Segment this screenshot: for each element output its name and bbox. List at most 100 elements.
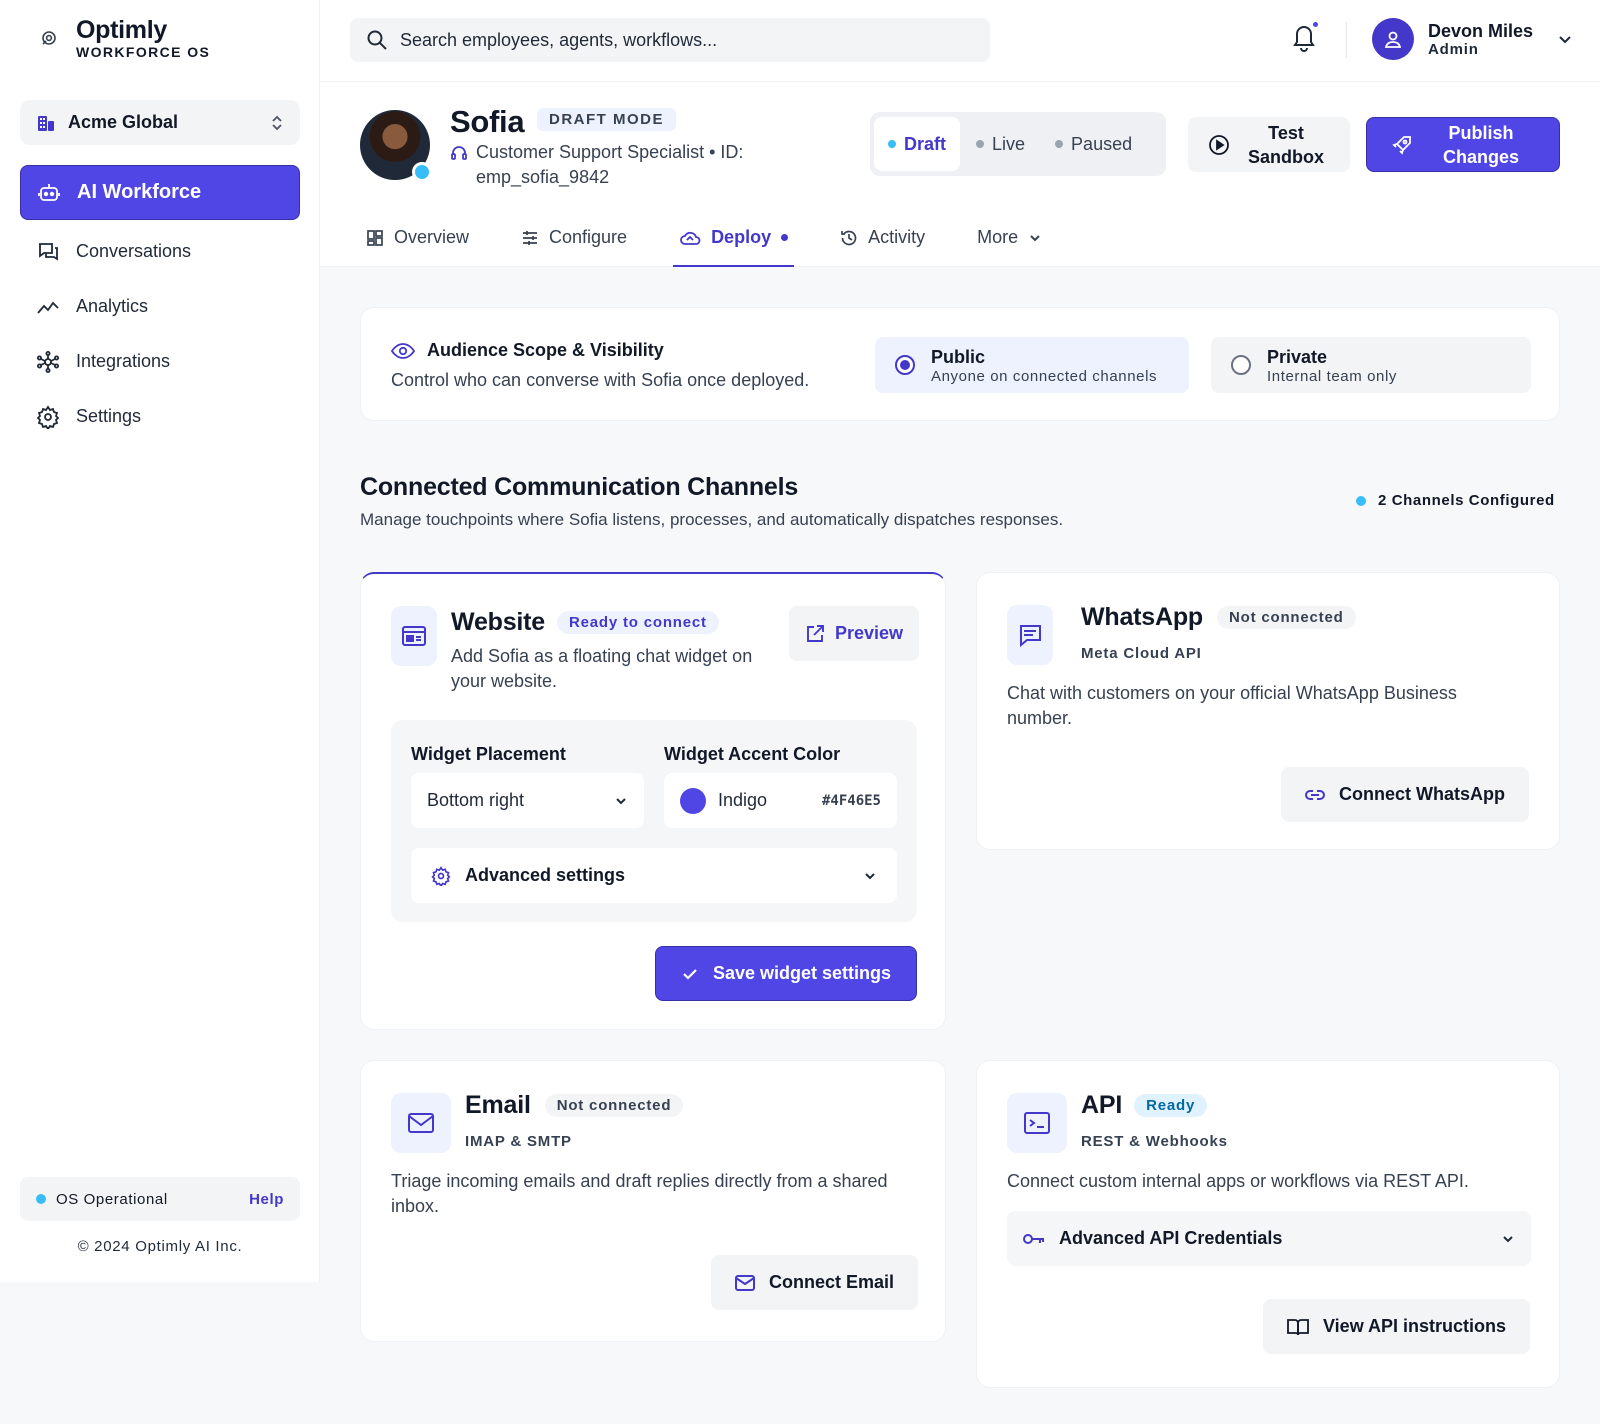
check-icon (681, 965, 699, 983)
state-live[interactable]: Live (962, 117, 1039, 171)
option-title: Private (1267, 346, 1328, 367)
channels-count: 2 Channels Configured (1356, 492, 1555, 509)
option-sub: Anyone on connected channels (931, 367, 1158, 385)
channel-desc: Connect custom internal apps or workflow… (1007, 1171, 1469, 1191)
notification-badge (1311, 20, 1320, 29)
radio-private[interactable] (1231, 355, 1251, 375)
publish-button[interactable]: Publish Changes (1366, 117, 1560, 172)
chevron-down-icon (863, 869, 877, 883)
tab-indicator-dot (781, 234, 789, 241)
color-name: Indigo (718, 790, 768, 810)
browser-icon (391, 606, 437, 666)
robot-icon (37, 181, 61, 205)
agent-name: Sofia (450, 104, 525, 139)
tabs: Overview Configure Deploy Activity More (360, 210, 1088, 267)
avatar (1372, 18, 1414, 60)
sidebar-item-label: Conversations (76, 241, 192, 261)
sidebar-nav: AI Workforce Conversations Analytics Int… (20, 165, 300, 444)
tab-label: Activity (868, 227, 926, 247)
advanced-settings-toggle[interactable]: Advanced settings (411, 848, 897, 903)
channels-title: Connected Communication Channels (360, 473, 799, 501)
status-badge: Ready to connect (557, 611, 719, 634)
trend-icon (36, 295, 60, 319)
connect-email-button[interactable]: Connect Email (711, 1255, 919, 1310)
history-icon (840, 229, 858, 247)
state-draft[interactable]: Draft (874, 117, 961, 171)
app-subtitle: WORKFORCE OS (76, 44, 211, 60)
view-api-instructions-button[interactable]: View API instructions (1263, 1299, 1531, 1354)
message-icon (1007, 605, 1053, 665)
logo[interactable]: Optimly WORKFORCE OS (36, 16, 210, 60)
state-dot (1055, 140, 1064, 148)
tab-deploy[interactable]: Deploy (673, 210, 795, 267)
search-input[interactable]: Search employees, agents, workflows... (350, 18, 990, 62)
api-credentials-toggle[interactable]: Advanced API Credentials (1007, 1211, 1531, 1266)
state-paused[interactable]: Paused (1041, 117, 1146, 171)
connect-label: Connect WhatsApp (1339, 784, 1505, 804)
color-label: Widget Accent Color (664, 744, 841, 764)
radio-public[interactable] (895, 355, 915, 375)
notifications-button[interactable] (1290, 20, 1322, 54)
sidebar-item-conversations[interactable]: Conversations (20, 224, 300, 279)
external-link-icon (805, 624, 825, 644)
scope-option-private[interactable]: Private Internal team only (1211, 337, 1531, 393)
status-dot (1356, 495, 1366, 506)
tab-more[interactable]: More (971, 210, 1048, 267)
placement-label: Widget Placement (411, 744, 566, 764)
channel-desc: Triage incoming emails and draft replies… (391, 1171, 888, 1216)
state-label: Draft (904, 133, 947, 154)
save-label: Save widget settings (712, 963, 892, 983)
color-swatch (680, 787, 706, 814)
terminal-icon (1007, 1093, 1067, 1153)
tab-activity[interactable]: Activity (834, 210, 931, 267)
user-menu[interactable]: Devon Miles Admin (1372, 18, 1573, 60)
agent-header: Sofia DRAFT MODE Customer Support Specia… (320, 82, 1600, 267)
search-icon (366, 29, 388, 51)
mail-icon (735, 1274, 755, 1291)
placement-value: Bottom right (427, 790, 525, 810)
online-indicator (412, 162, 432, 182)
sidebar-item-ai-workforce[interactable]: AI Workforce (20, 165, 300, 220)
channel-name: WhatsApp (1081, 603, 1203, 631)
logo-icon (36, 25, 62, 51)
audience-scope-card: Audience Scope & Visibility Control who … (360, 307, 1560, 421)
app-name: Optimly (76, 16, 167, 44)
tab-label: Deploy (711, 227, 772, 247)
state-label: Live (992, 133, 1026, 154)
scope-desc: Control who can converse with Sofia once… (391, 370, 810, 390)
api-credentials-label: Advanced API Credentials (1059, 1228, 1283, 1248)
mail-icon (391, 1093, 451, 1153)
sidebar-item-label: AI Workforce (77, 181, 202, 203)
grid-icon (366, 229, 384, 247)
advanced-label: Advanced settings (465, 865, 626, 885)
preview-button[interactable]: Preview (789, 606, 920, 661)
test-sandbox-button[interactable]: Test Sandbox (1188, 117, 1350, 172)
status-text: OS Operational (56, 1190, 168, 1208)
sidebar-item-settings[interactable]: Settings (20, 389, 300, 444)
gear-icon (36, 404, 60, 429)
chat-bubbles-icon (36, 240, 60, 264)
scope-title: Audience Scope & Visibility (391, 340, 664, 361)
sidebar-item-label: Analytics (76, 296, 149, 316)
test-sandbox-label: Test Sandbox (1247, 122, 1324, 167)
tab-configure[interactable]: Configure (515, 210, 633, 267)
connect-whatsapp-button[interactable]: Connect WhatsApp (1281, 767, 1529, 822)
tab-label: Configure (549, 227, 628, 247)
chevron-up-down-icon (270, 114, 284, 132)
accent-color-picker[interactable]: Indigo #4F46E5 (664, 773, 897, 828)
sidebar-item-integrations[interactable]: Integrations (20, 334, 300, 389)
channel-desc: Add Sofia as a floating chat widget on y… (451, 646, 753, 691)
help-link[interactable]: Help (249, 1191, 284, 1208)
gear-icon (431, 865, 451, 886)
eye-icon (391, 342, 415, 360)
save-widget-settings-button[interactable]: Save widget settings (655, 946, 917, 1001)
book-icon (1287, 1318, 1309, 1336)
placement-select[interactable]: Bottom right (411, 773, 644, 828)
chevron-down-icon (614, 794, 628, 808)
sidebar-item-analytics[interactable]: Analytics (20, 279, 300, 334)
org-switcher[interactable]: Acme Global (20, 100, 300, 145)
system-status: OS Operational Help (20, 1177, 300, 1221)
copyright: © 2024 Optimly AI Inc. (77, 1238, 243, 1255)
scope-option-public[interactable]: Public Anyone on connected channels (875, 337, 1189, 393)
tab-overview[interactable]: Overview (360, 210, 475, 267)
